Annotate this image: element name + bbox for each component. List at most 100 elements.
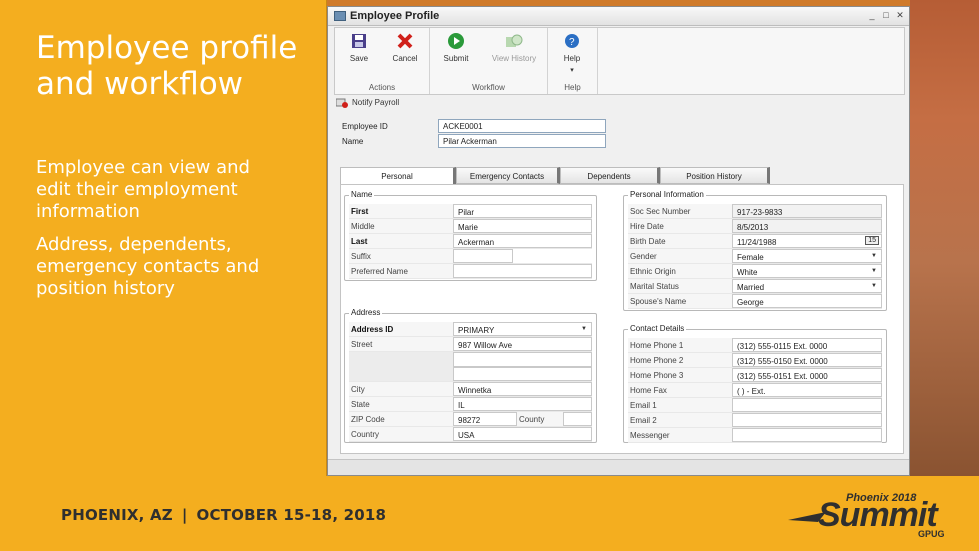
- home-phone3-label: Home Phone 3: [628, 368, 732, 382]
- street-extra-label: [349, 352, 453, 381]
- footer-dates: OCTOBER 15-18, 2018: [196, 506, 387, 524]
- submit-play-icon: [447, 32, 465, 50]
- close-window-button[interactable]: ✕: [895, 10, 905, 20]
- county-input[interactable]: [563, 412, 592, 426]
- birth-date-input[interactable]: 11/24/1988 15: [732, 234, 882, 248]
- marital-status-select[interactable]: Married: [732, 279, 882, 293]
- street-line1-input[interactable]: 987 Willow Ave: [453, 337, 592, 351]
- home-phone3-input[interactable]: (312) 555-0151 Ext. 0000: [732, 368, 882, 382]
- calendar-icon[interactable]: 15: [865, 236, 879, 245]
- footer-location: PHOENIX, AZ: [61, 506, 173, 524]
- preferred-name-label: Preferred Name: [349, 264, 453, 278]
- status-bar: [328, 459, 909, 475]
- name-label: Name: [342, 137, 364, 146]
- ethnic-origin-label: Ethnic Origin: [628, 264, 732, 278]
- bullet-address: Address, dependents, emergency contacts …: [36, 234, 260, 299]
- submit-button[interactable]: Submit: [434, 32, 478, 63]
- first-name-input[interactable]: Pilar: [453, 204, 592, 218]
- zip-input[interactable]: 98272: [453, 412, 517, 426]
- submit-label: Submit: [443, 54, 469, 63]
- cancel-label: Cancel: [392, 54, 418, 63]
- personal-info-section: Personal Information Soc Sec Number 917-2…: [623, 190, 887, 311]
- notify-payroll-button[interactable]: Notify Payroll: [336, 97, 399, 108]
- svg-text:?: ?: [569, 37, 575, 48]
- maximize-button[interactable]: □: [881, 10, 891, 20]
- help-group-label: Help: [564, 83, 581, 92]
- email2-input[interactable]: [732, 413, 882, 427]
- ethnic-origin-select[interactable]: White: [732, 264, 882, 278]
- background-photo: [910, 0, 979, 476]
- tab-dependents[interactable]: Dependents: [560, 167, 660, 184]
- country-label: Country: [349, 427, 453, 441]
- tab-emergency-contacts[interactable]: Emergency Contacts: [456, 167, 560, 184]
- ribbon-toolbar: Save Cancel Actions Submit View History …: [334, 27, 905, 95]
- gender-label: Gender: [628, 249, 732, 263]
- cancel-x-icon: [396, 32, 414, 50]
- profile-tabs: Personal Emergency Contacts Dependents P…: [340, 167, 904, 184]
- address-section-title: Address: [349, 308, 383, 317]
- email1-label: Email 1: [628, 398, 732, 412]
- slide-footer: PHOENIX, AZ | OCTOBER 15-18, 2018 Phoenix …: [0, 476, 979, 551]
- cancel-button[interactable]: Cancel: [383, 32, 427, 63]
- footer-separator: |: [181, 506, 188, 524]
- messenger-input[interactable]: [732, 428, 882, 442]
- home-phone1-input[interactable]: (312) 555-0115 Ext. 0000: [732, 338, 882, 352]
- tab-personal[interactable]: Personal: [340, 167, 456, 184]
- name-section: Name First Pilar Middle Marie Last Ackerman…: [344, 190, 597, 281]
- personal-tab-panel: Name First Pilar Middle Marie Last Ackerman…: [340, 184, 904, 454]
- hire-date-label: Hire Date: [628, 219, 732, 233]
- view-history-button[interactable]: View History: [484, 32, 544, 63]
- street-label: Street: [349, 337, 453, 351]
- actions-group: Save Cancel Actions: [335, 28, 430, 94]
- home-fax-label: Home Fax: [628, 383, 732, 397]
- slide-panel: Employee profile and workflow Employee c…: [0, 0, 327, 476]
- address-id-select[interactable]: PRIMARY: [453, 322, 592, 336]
- suffix-input[interactable]: [453, 249, 513, 263]
- hire-date-input[interactable]: 8/5/2013: [732, 219, 882, 233]
- preferred-name-input[interactable]: [453, 264, 592, 278]
- home-phone2-label: Home Phone 2: [628, 353, 732, 367]
- name-section-title: Name: [349, 190, 375, 199]
- email2-label: Email 2: [628, 413, 732, 427]
- ssn-label: Soc Sec Number: [628, 204, 732, 218]
- window-title: Employee Profile: [350, 10, 440, 22]
- minimize-button[interactable]: _: [867, 10, 877, 20]
- bullet-view-edit: Employee can view and edit their employm…: [36, 157, 250, 222]
- email1-input[interactable]: [732, 398, 882, 412]
- title-bar: Employee Profile _ □ ✕: [328, 7, 909, 26]
- spouse-name-input[interactable]: George: [732, 294, 882, 308]
- window-app-icon: [334, 11, 346, 21]
- messenger-label: Messenger: [628, 428, 732, 442]
- marital-status-label: Marital Status: [628, 279, 732, 293]
- personal-info-title: Personal Information: [628, 190, 706, 199]
- ssn-input[interactable]: 917-23-9833: [732, 204, 882, 218]
- last-name-input[interactable]: Ackerman: [453, 234, 592, 248]
- street-line3-input[interactable]: [453, 366, 592, 381]
- gender-select[interactable]: Female: [732, 249, 882, 263]
- country-input[interactable]: USA: [453, 427, 592, 441]
- street-line2-input[interactable]: [453, 352, 592, 367]
- middle-name-input[interactable]: Marie: [453, 219, 592, 233]
- logo-gpug-text: GPUG: [918, 529, 945, 539]
- workflow-group-label: Workflow: [472, 83, 505, 92]
- last-name-label: Last: [349, 234, 453, 248]
- help-dropdown-arrow[interactable]: ▾: [550, 66, 594, 74]
- employee-id-label: Employee ID: [342, 122, 388, 131]
- save-icon: [350, 32, 368, 50]
- summit-logo: Phoenix 2018 Summit GPUG: [788, 492, 953, 540]
- home-phone2-input[interactable]: (312) 555-0150 Ext. 0000: [732, 353, 882, 367]
- contact-details-section: Contact Details Home Phone 1 (312) 555-01…: [623, 324, 887, 443]
- notify-label: Notify Payroll: [352, 98, 400, 107]
- history-icon: [505, 32, 523, 50]
- state-input[interactable]: IL: [453, 397, 592, 411]
- employee-id-field[interactable]: ACKE0001: [438, 119, 606, 133]
- save-button[interactable]: Save: [337, 32, 381, 63]
- city-input[interactable]: Winnetka: [453, 382, 592, 396]
- help-button[interactable]: ? Help ▾: [550, 32, 594, 74]
- slide-title: Employee profile and workflow: [36, 30, 298, 102]
- view-history-label: View History: [491, 54, 537, 63]
- home-fax-input[interactable]: ( ) - Ext.: [732, 383, 882, 397]
- tab-position-history[interactable]: Position History: [660, 167, 770, 184]
- name-field[interactable]: Pilar Ackerman: [438, 134, 606, 148]
- save-label: Save: [349, 54, 369, 63]
